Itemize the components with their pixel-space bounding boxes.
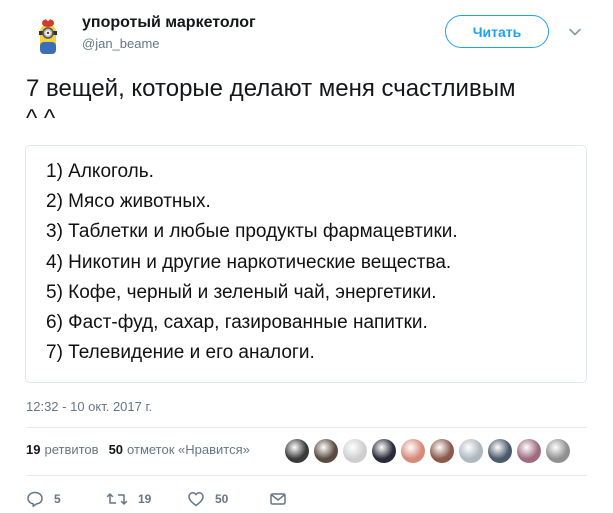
- screen-name[interactable]: @jan_beame: [82, 35, 160, 53]
- reply-icon: [27, 491, 43, 508]
- liker-avatar[interactable]: [343, 439, 367, 463]
- liker-avatar[interactable]: [517, 439, 541, 463]
- retweets-count: 19: [26, 442, 41, 457]
- minion-avatar-icon: [26, 14, 70, 58]
- reply-count: 5: [54, 492, 61, 506]
- divider: [26, 475, 587, 476]
- likes-count: 50: [108, 442, 124, 457]
- tweet: упоротый маркетолог @jan_beame Читать 7 …: [0, 0, 613, 513]
- divider: [26, 427, 587, 428]
- liker-avatar[interactable]: [372, 439, 396, 463]
- liker-avatar[interactable]: [546, 439, 570, 463]
- chevron-down-icon[interactable]: [568, 25, 582, 39]
- list-item: 4) Никотин и другие наркотические вещест…: [46, 251, 452, 273]
- avatar[interactable]: [26, 14, 70, 58]
- retweet-count: 19: [138, 492, 152, 506]
- list-item: 1) Алкоголь.: [46, 161, 154, 182]
- liker-avatar[interactable]: [430, 439, 454, 463]
- retweets-label: ретвитов: [44, 442, 99, 457]
- list-item: 5) Кофе, черный и зеленый чай, энергетик…: [46, 281, 437, 303]
- envelope-icon: [270, 493, 286, 505]
- tweet-text-line: ^ ^: [26, 105, 56, 132]
- reply-button[interactable]: 5: [26, 489, 61, 509]
- display-name[interactable]: упоротый маркетолог: [82, 13, 256, 33]
- likes-label: отметок «Нравится»: [127, 442, 250, 457]
- message-button[interactable]: [269, 489, 287, 509]
- like-button[interactable]: 50: [187, 489, 228, 509]
- like-count: 50: [215, 492, 229, 506]
- heart-icon: [188, 492, 204, 507]
- retweet-icon: [106, 493, 128, 505]
- list-item: 7) Телевидение и его аналоги.: [46, 342, 315, 364]
- list-item: 6) Фаст-фуд, сахар, газированные напитки…: [46, 312, 428, 334]
- liker-avatar[interactable]: [488, 439, 512, 463]
- retweet-button[interactable]: 19: [106, 489, 151, 509]
- likes-stat[interactable]: 50 отметок «Нравится»: [109, 442, 250, 457]
- follow-button[interactable]: Читать: [445, 15, 549, 48]
- retweets-stat[interactable]: 19 ретвитов: [26, 442, 99, 457]
- stats: 19 ретвитов 50 отметок «Нравится»: [26, 442, 250, 457]
- tweet-text-line: 7 вещей, которые делают меня счастливым: [26, 75, 516, 102]
- media-card[interactable]: 1) Алкоголь. 2) Мясо животных. 3) Таблет…: [25, 145, 587, 383]
- list-item: 3) Таблетки и любые продукты фармацевтик…: [46, 221, 458, 243]
- card-list: 1) Алкоголь. 2) Мясо животных. 3) Таблет…: [46, 157, 458, 368]
- list-item: 2) Мясо животных.: [46, 191, 211, 213]
- liker-avatar[interactable]: [401, 439, 425, 463]
- timestamp[interactable]: 12:32 - 10 окт. 2017 г.: [26, 399, 152, 414]
- tweet-text: 7 вещей, которые делают меня счастливым …: [26, 74, 596, 134]
- liker-avatar[interactable]: [314, 439, 338, 463]
- likers-avatars[interactable]: [285, 439, 570, 463]
- liker-avatar[interactable]: [285, 439, 309, 463]
- liker-avatar[interactable]: [459, 439, 483, 463]
